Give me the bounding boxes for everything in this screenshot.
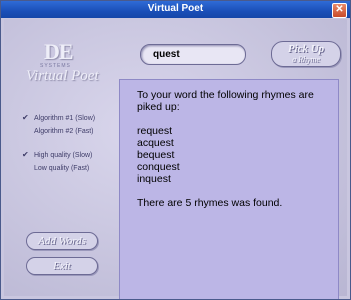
rhyme-item: bequest [137, 149, 175, 161]
add-words-button[interactable]: Add Words [26, 232, 98, 250]
close-icon[interactable]: ✕ [332, 3, 347, 18]
rhyme-item: request [137, 125, 173, 137]
pick-button-line2: a Rhyme [292, 55, 320, 64]
window-title: Virtual Poet [147, 3, 204, 14]
rhyme-item: conquest [137, 161, 180, 173]
client-area: DE SYSTEMS Virtual Poet Pick Up a Rhyme … [4, 19, 347, 299]
logo-app-name: Virtual Poet [26, 68, 99, 84]
rhyme-item: inquest [137, 173, 171, 185]
option-high-quality[interactable]: High quality (Slow) [34, 152, 92, 159]
option-algorithm-2[interactable]: Algorithm #2 (Fast) [34, 128, 94, 135]
pick-button-line1: Pick Up [287, 43, 325, 55]
title-bar[interactable]: Virtual Poet ✕ [1, 1, 350, 18]
exit-button[interactable]: Exit [26, 257, 98, 275]
option-algorithm-1[interactable]: Algorithm #1 (Slow) [34, 115, 95, 122]
output-intro-line2: piked up: [137, 101, 180, 113]
output-summary: There are 5 rhymes was found. [137, 197, 283, 209]
rhymes-output-panel: To your word the following rhymes are pi… [119, 79, 339, 299]
rhyme-item: acquest [137, 137, 174, 149]
word-input[interactable] [153, 47, 237, 61]
checkmark-icon: ✔ [22, 113, 29, 122]
logo-mark: DE [44, 39, 74, 64]
option-low-quality[interactable]: Low quality (Fast) [34, 165, 89, 172]
output-intro-line1: To your word the following rhymes are [137, 89, 314, 101]
pick-up-rhyme-button[interactable]: Pick Up a Rhyme [271, 41, 341, 67]
checkmark-icon: ✔ [22, 150, 29, 159]
app-window: Virtual Poet ✕ DE SYSTEMS Virtual Poet P… [0, 0, 351, 300]
search-box[interactable] [140, 44, 246, 65]
app-logo: DE SYSTEMS Virtual Poet [26, 39, 104, 87]
